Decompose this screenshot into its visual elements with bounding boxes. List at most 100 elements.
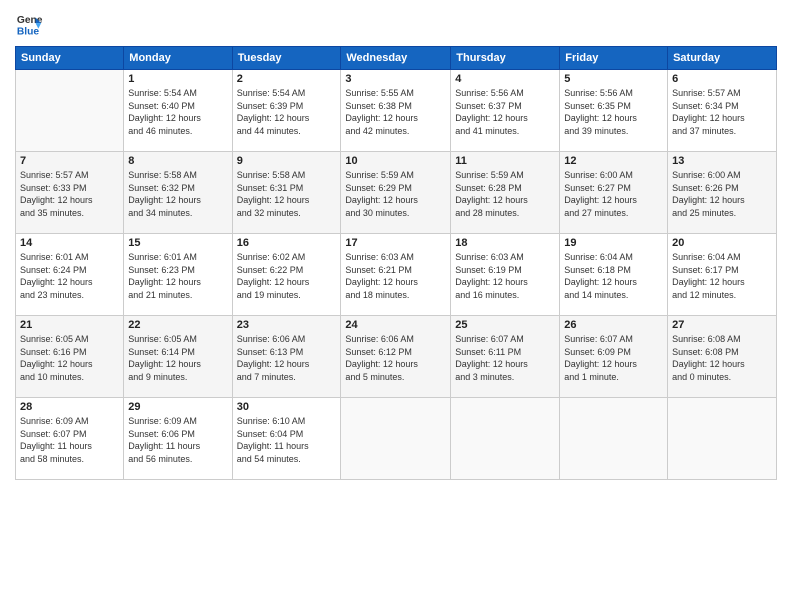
calendar-cell: 24 Sunrise: 6:06 AM Sunset: 6:12 PM Dayli…	[341, 316, 451, 398]
calendar-cell: 7 Sunrise: 5:57 AM Sunset: 6:33 PM Daylig…	[16, 152, 124, 234]
day-info: Sunrise: 6:09 AM Sunset: 6:06 PM Dayligh…	[128, 415, 227, 465]
day-info: Sunrise: 6:01 AM Sunset: 6:23 PM Dayligh…	[128, 251, 227, 301]
calendar-cell: 18 Sunrise: 6:03 AM Sunset: 6:19 PM Dayli…	[451, 234, 560, 316]
day-number: 30	[237, 401, 337, 413]
day-info: Sunrise: 6:06 AM Sunset: 6:13 PM Dayligh…	[237, 333, 337, 383]
calendar-table: SundayMondayTuesdayWednesdayThursdayFrid…	[15, 46, 777, 480]
day-number: 8	[128, 155, 227, 167]
calendar-cell	[16, 70, 124, 152]
day-info: Sunrise: 6:05 AM Sunset: 6:16 PM Dayligh…	[20, 333, 119, 383]
calendar-cell: 6Sunrise: 5:57 AM Sunset: 6:34 PM Daylig…	[668, 70, 777, 152]
calendar-cell: 1 Sunrise: 5:54 AM Sunset: 6:40 PM Daylig…	[124, 70, 232, 152]
day-number: 26	[564, 319, 663, 331]
calendar-cell: 17 Sunrise: 6:03 AM Sunset: 6:21 PM Dayli…	[341, 234, 451, 316]
day-info: Sunrise: 6:03 AM Sunset: 6:21 PM Dayligh…	[345, 251, 446, 301]
day-number: 28	[20, 401, 119, 413]
calendar-cell: 27Sunrise: 6:08 AM Sunset: 6:08 PM Dayli…	[668, 316, 777, 398]
calendar-cell: 28 Sunrise: 6:09 AM Sunset: 6:07 PM Dayli…	[16, 398, 124, 480]
day-info: Sunrise: 6:00 AM Sunset: 6:27 PM Dayligh…	[564, 169, 663, 219]
day-number: 14	[20, 237, 119, 249]
calendar-week-row: 28 Sunrise: 6:09 AM Sunset: 6:07 PM Dayli…	[16, 398, 777, 480]
day-number: 18	[455, 237, 555, 249]
day-info: Sunrise: 5:59 AM Sunset: 6:28 PM Dayligh…	[455, 169, 555, 219]
calendar-cell: 10 Sunrise: 5:59 AM Sunset: 6:29 PM Dayli…	[341, 152, 451, 234]
calendar-cell	[560, 398, 668, 480]
calendar-cell: 2Sunrise: 5:54 AM Sunset: 6:39 PM Daylig…	[232, 70, 341, 152]
page: General Blue SundayMondayTuesdayWednesda…	[0, 0, 792, 612]
calendar-cell: 25 Sunrise: 6:07 AM Sunset: 6:11 PM Dayli…	[451, 316, 560, 398]
calendar-cell: 8 Sunrise: 5:58 AM Sunset: 6:32 PM Daylig…	[124, 152, 232, 234]
calendar-cell	[668, 398, 777, 480]
day-info: Sunrise: 5:59 AM Sunset: 6:29 PM Dayligh…	[345, 169, 446, 219]
calendar-cell: 30Sunrise: 6:10 AM Sunset: 6:04 PM Dayli…	[232, 398, 341, 480]
day-info: Sunrise: 6:04 AM Sunset: 6:17 PM Dayligh…	[672, 251, 772, 301]
day-info: Sunrise: 6:07 AM Sunset: 6:11 PM Dayligh…	[455, 333, 555, 383]
calendar-cell: 3 Sunrise: 5:55 AM Sunset: 6:38 PM Daylig…	[341, 70, 451, 152]
weekday-header-friday: Friday	[560, 47, 668, 70]
day-info: Sunrise: 6:07 AM Sunset: 6:09 PM Dayligh…	[564, 333, 663, 383]
day-number: 25	[455, 319, 555, 331]
calendar-cell: 5 Sunrise: 5:56 AM Sunset: 6:35 PM Daylig…	[560, 70, 668, 152]
day-number: 22	[128, 319, 227, 331]
day-number: 12	[564, 155, 663, 167]
header: General Blue	[15, 10, 777, 38]
day-number: 29	[128, 401, 227, 413]
day-info: Sunrise: 5:56 AM Sunset: 6:35 PM Dayligh…	[564, 87, 663, 137]
day-info: Sunrise: 6:03 AM Sunset: 6:19 PM Dayligh…	[455, 251, 555, 301]
day-number: 21	[20, 319, 119, 331]
day-info: Sunrise: 5:57 AM Sunset: 6:33 PM Dayligh…	[20, 169, 119, 219]
day-number: 5	[564, 73, 663, 85]
calendar-cell: 21 Sunrise: 6:05 AM Sunset: 6:16 PM Dayli…	[16, 316, 124, 398]
day-number: 13	[672, 155, 772, 167]
calendar-cell: 22Sunrise: 6:05 AM Sunset: 6:14 PM Dayli…	[124, 316, 232, 398]
calendar-cell: 11 Sunrise: 5:59 AM Sunset: 6:28 PM Dayli…	[451, 152, 560, 234]
day-number: 10	[345, 155, 446, 167]
day-number: 19	[564, 237, 663, 249]
logo: General Blue	[15, 10, 43, 38]
day-info: Sunrise: 6:04 AM Sunset: 6:18 PM Dayligh…	[564, 251, 663, 301]
calendar-cell: 15 Sunrise: 6:01 AM Sunset: 6:23 PM Dayli…	[124, 234, 232, 316]
day-number: 3	[345, 73, 446, 85]
day-number: 24	[345, 319, 446, 331]
svg-text:Blue: Blue	[17, 26, 40, 37]
calendar-cell: 19 Sunrise: 6:04 AM Sunset: 6:18 PM Dayli…	[560, 234, 668, 316]
calendar-cell: 23Sunrise: 6:06 AM Sunset: 6:13 PM Dayli…	[232, 316, 341, 398]
day-info: Sunrise: 5:56 AM Sunset: 6:37 PM Dayligh…	[455, 87, 555, 137]
weekday-header-thursday: Thursday	[451, 47, 560, 70]
calendar-cell: 14 Sunrise: 6:01 AM Sunset: 6:24 PM Dayli…	[16, 234, 124, 316]
calendar-cell: 16 Sunrise: 6:02 AM Sunset: 6:22 PM Dayli…	[232, 234, 341, 316]
calendar-cell: 12 Sunrise: 6:00 AM Sunset: 6:27 PM Dayli…	[560, 152, 668, 234]
day-info: Sunrise: 6:01 AM Sunset: 6:24 PM Dayligh…	[20, 251, 119, 301]
day-info: Sunrise: 6:00 AM Sunset: 6:26 PM Dayligh…	[672, 169, 772, 219]
calendar-cell: 29 Sunrise: 6:09 AM Sunset: 6:06 PM Dayli…	[124, 398, 232, 480]
day-number: 6	[672, 73, 772, 85]
calendar-cell: 13 Sunrise: 6:00 AM Sunset: 6:26 PM Dayli…	[668, 152, 777, 234]
calendar-cell: 9Sunrise: 5:58 AM Sunset: 6:31 PM Daylig…	[232, 152, 341, 234]
day-number: 11	[455, 155, 555, 167]
calendar-cell: 26 Sunrise: 6:07 AM Sunset: 6:09 PM Dayli…	[560, 316, 668, 398]
day-number: 7	[20, 155, 119, 167]
day-info: Sunrise: 5:58 AM Sunset: 6:31 PM Dayligh…	[237, 169, 337, 219]
calendar-week-row: 1 Sunrise: 5:54 AM Sunset: 6:40 PM Daylig…	[16, 70, 777, 152]
day-info: Sunrise: 6:09 AM Sunset: 6:07 PM Dayligh…	[20, 415, 119, 465]
day-info: Sunrise: 5:55 AM Sunset: 6:38 PM Dayligh…	[345, 87, 446, 137]
day-number: 16	[237, 237, 337, 249]
day-info: Sunrise: 6:06 AM Sunset: 6:12 PM Dayligh…	[345, 333, 446, 383]
calendar-week-row: 21 Sunrise: 6:05 AM Sunset: 6:16 PM Dayli…	[16, 316, 777, 398]
day-number: 15	[128, 237, 227, 249]
day-number: 17	[345, 237, 446, 249]
logo-icon: General Blue	[15, 10, 43, 38]
weekday-header-saturday: Saturday	[668, 47, 777, 70]
day-number: 1	[128, 73, 227, 85]
weekday-header-wednesday: Wednesday	[341, 47, 451, 70]
day-info: Sunrise: 5:54 AM Sunset: 6:40 PM Dayligh…	[128, 87, 227, 137]
day-number: 4	[455, 73, 555, 85]
calendar-cell: 20Sunrise: 6:04 AM Sunset: 6:17 PM Dayli…	[668, 234, 777, 316]
day-info: Sunrise: 6:02 AM Sunset: 6:22 PM Dayligh…	[237, 251, 337, 301]
weekday-header-sunday: Sunday	[16, 47, 124, 70]
day-info: Sunrise: 5:58 AM Sunset: 6:32 PM Dayligh…	[128, 169, 227, 219]
day-number: 27	[672, 319, 772, 331]
weekday-header-tuesday: Tuesday	[232, 47, 341, 70]
calendar-week-row: 7 Sunrise: 5:57 AM Sunset: 6:33 PM Daylig…	[16, 152, 777, 234]
weekday-header-monday: Monday	[124, 47, 232, 70]
